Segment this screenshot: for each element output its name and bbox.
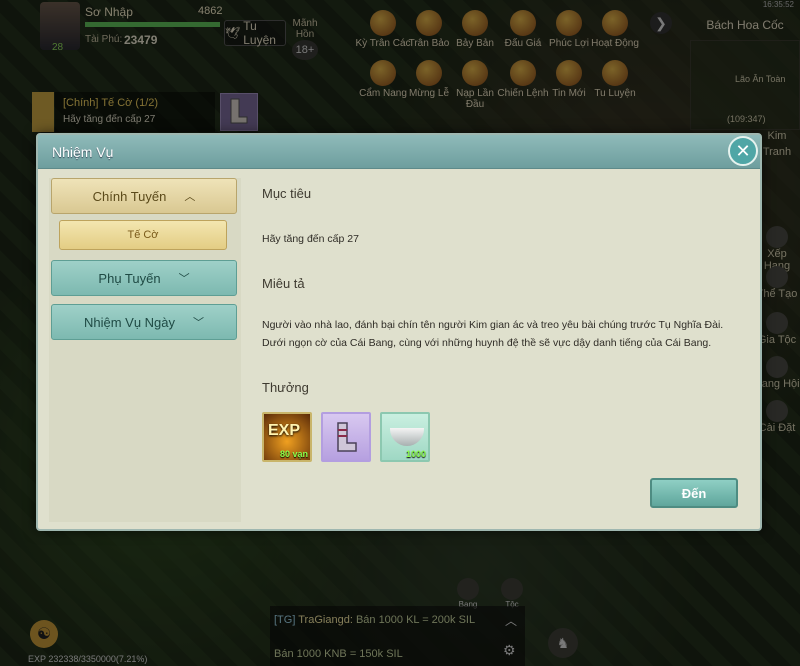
category-phu-tuyen[interactable]: Phụ Tuyến ﹀ [51, 260, 237, 296]
close-icon: ✕ [735, 141, 751, 161]
reward-silver[interactable]: 1000 [380, 412, 430, 462]
quest-item-te-co[interactable]: Tế Cờ [59, 220, 227, 250]
reward-exp[interactable]: EXP 80 vạn [262, 412, 312, 462]
close-button[interactable]: ✕ [728, 136, 758, 166]
quest-detail: Mục tiêu Hãy tăng đến cấp 27 Miêu tả Ngư… [262, 178, 742, 522]
reward-list: EXP 80 vạn 1000 [262, 412, 430, 462]
reward-boots[interactable] [321, 412, 371, 462]
silver-ingot-icon [390, 428, 424, 446]
objective-title: Mục tiêu [262, 186, 312, 201]
reward-title: Thưởng [262, 380, 309, 395]
reward-qty: 1000 [405, 449, 426, 459]
go-button[interactable]: Đến [650, 478, 738, 508]
dialog-header: Nhiệm Vụ ✕ [38, 135, 760, 169]
description-title: Miêu tả [262, 276, 305, 291]
reward-qty: 80 vạn [279, 449, 308, 459]
boots-icon [337, 422, 357, 452]
chevron-down-icon: ﹀ [193, 317, 205, 329]
quest-dialog: Nhiệm Vụ ✕ Chính Tuyến ︿ Tế Cờ Phụ Tuyến… [36, 133, 762, 531]
chevron-down-icon: ﹀ [178, 273, 190, 285]
chevron-up-icon: ︿ [184, 191, 196, 203]
exp-icon: EXP [268, 422, 301, 439]
objective-text: Hãy tăng đến cấp 27 [262, 233, 359, 245]
category-nhiem-vu-ngay[interactable]: Nhiệm Vụ Ngày ﹀ [51, 304, 237, 340]
description-text: Người vào nhà lao, đánh bại chín tên ngư… [262, 319, 724, 349]
category-chinh-tuyen[interactable]: Chính Tuyến ︿ [51, 178, 237, 214]
quest-category-list: Chính Tuyến ︿ Tế Cờ Phụ Tuyến ﹀ Nhiệm Vụ… [49, 178, 241, 522]
dialog-title: Nhiệm Vụ [52, 144, 114, 160]
